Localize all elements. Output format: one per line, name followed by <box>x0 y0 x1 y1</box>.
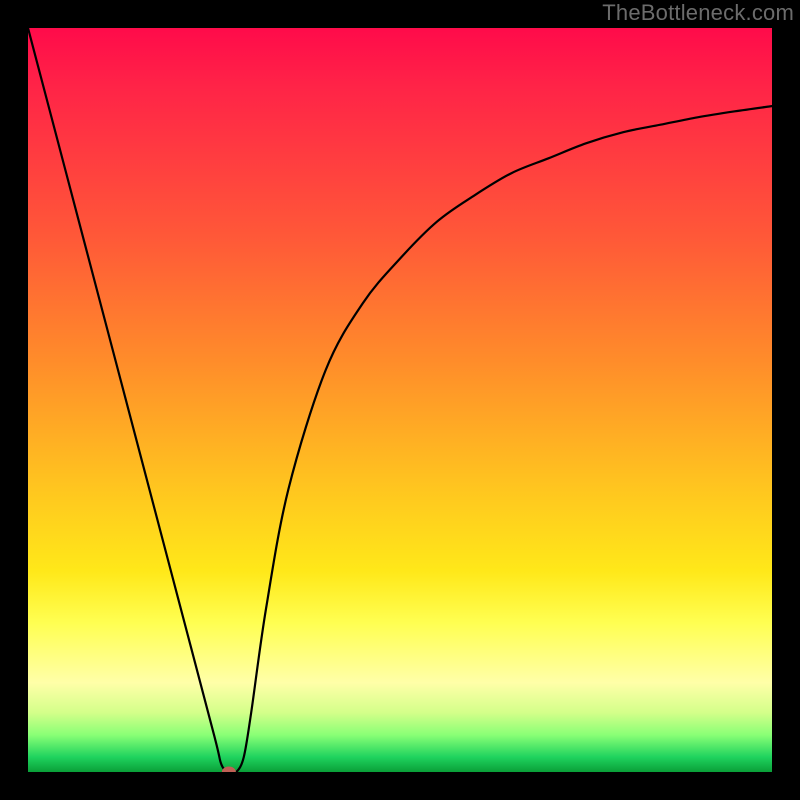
curve-path <box>28 28 772 772</box>
plot-area <box>28 28 772 772</box>
chart-frame: TheBottleneck.com <box>0 0 800 800</box>
bottleneck-curve <box>28 28 772 772</box>
watermark-text: TheBottleneck.com <box>602 0 794 26</box>
